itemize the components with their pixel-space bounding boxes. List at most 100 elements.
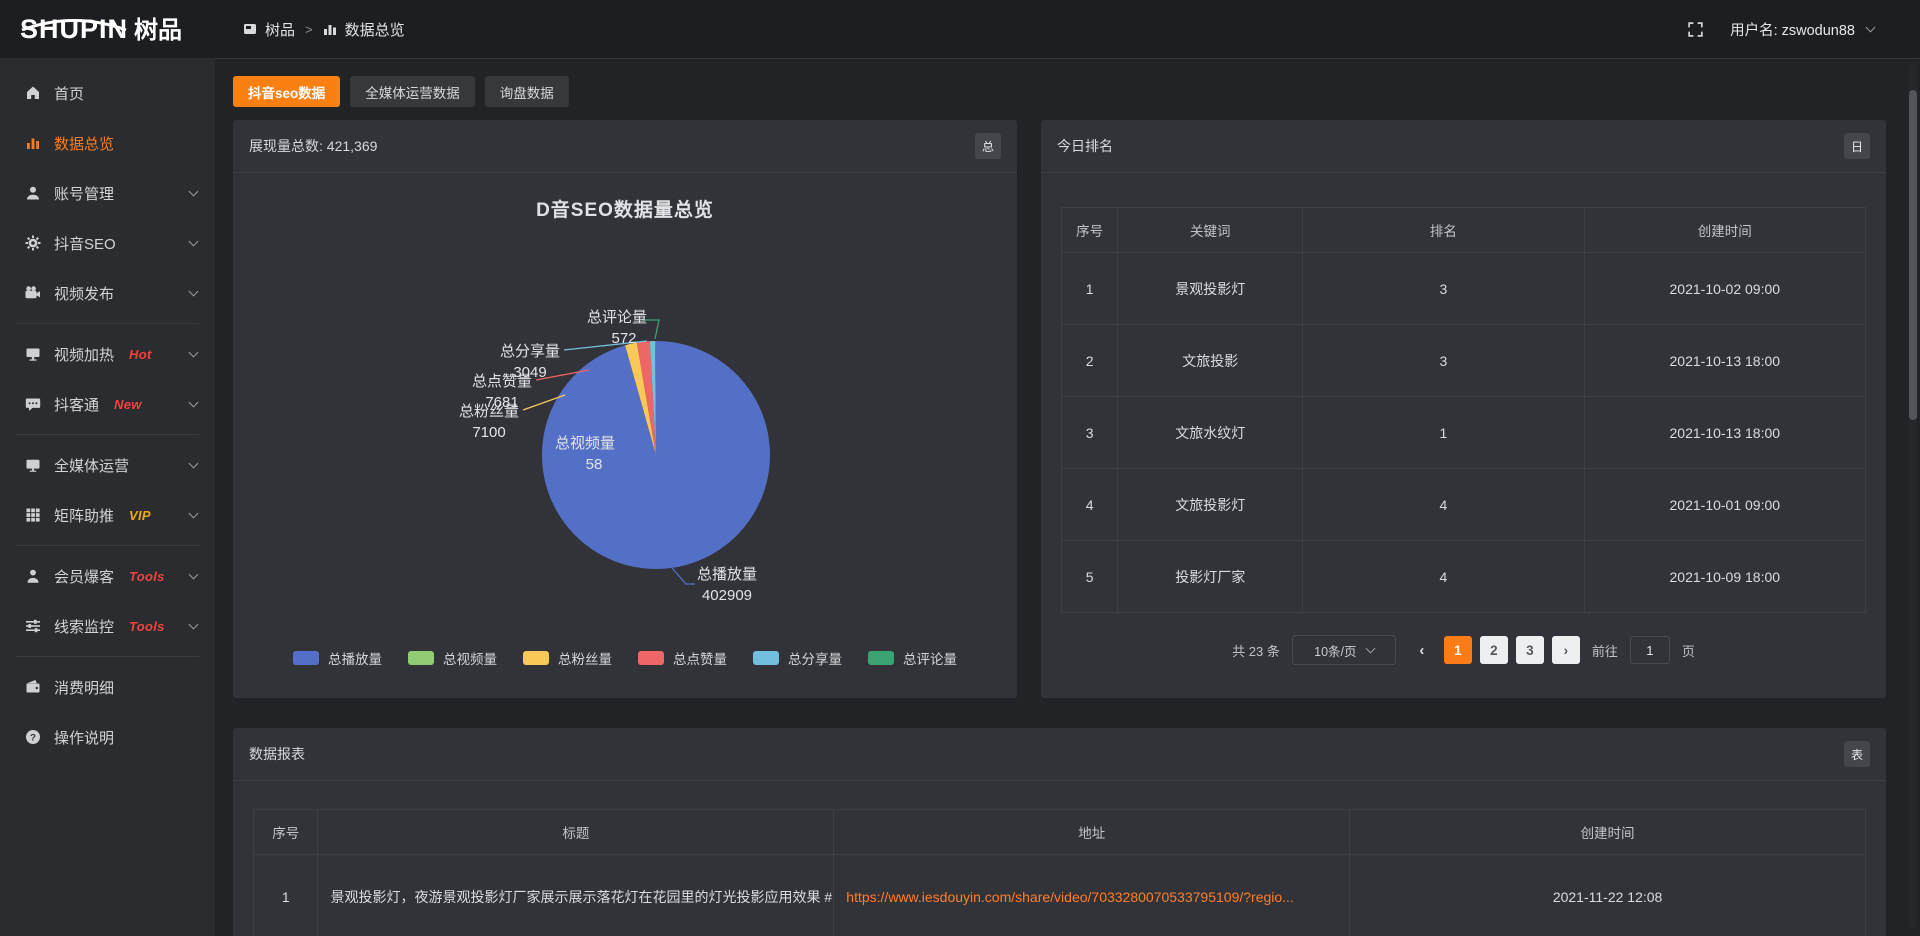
- breadcrumb-separator: >: [305, 22, 313, 37]
- table-cell: 4: [1303, 469, 1584, 541]
- table-badge-button[interactable]: 表: [1844, 741, 1870, 767]
- chevron-down-icon[interactable]: [1866, 23, 1876, 33]
- bar-chart-icon: [323, 22, 337, 36]
- video-link[interactable]: https://www.iesdouyin.com/share/video/70…: [846, 889, 1294, 905]
- sidebar-item-video-heat[interactable]: 视频加热Hot: [0, 329, 215, 379]
- table-cell: 3: [1303, 253, 1584, 325]
- table-cell: 2021-10-01 09:00: [1584, 469, 1865, 541]
- sidebar-item-douyin-seo[interactable]: 抖音SEO: [0, 218, 215, 268]
- table-cell: 景观投影灯: [1118, 253, 1303, 325]
- app-logo[interactable]: SHUPIN 树品: [0, 16, 215, 43]
- sidebar-item-label: 线索监控: [54, 616, 114, 637]
- chevron-down-icon: [189, 398, 199, 408]
- chart-legend: 总播放量 总视频量 总粉丝量 总点赞量 总分享量 总评论量: [233, 648, 1017, 668]
- sidebar-item-label: 数据总览: [54, 133, 114, 154]
- table-cell: 1: [1062, 253, 1118, 325]
- ranking-panel: 今日排名 日 序号关键词排名创建时间1景观投影灯32021-10-02 09:0…: [1041, 120, 1886, 698]
- scrollbar-thumb[interactable]: [1909, 90, 1917, 420]
- tab-1[interactable]: 抖音seo数据: [233, 76, 340, 107]
- sidebar-badge-tools: Tools: [129, 619, 165, 634]
- report-panel-title: 数据报表: [249, 744, 305, 764]
- sidebar-item-consume-detail[interactable]: 消费明细: [0, 662, 215, 712]
- chevron-down-icon: [189, 509, 199, 519]
- sidebar-item-matrix-boost[interactable]: 矩阵助推VIP: [0, 490, 215, 540]
- page-button-3[interactable]: 3: [1516, 636, 1544, 664]
- breadcrumb-current: 数据总览: [345, 19, 405, 40]
- chat-icon: [24, 396, 41, 412]
- page-button-1[interactable]: 1: [1444, 636, 1472, 664]
- chevron-down-icon: [189, 459, 199, 469]
- table-row[interactable]: 1景观投影灯32021-10-02 09:00: [1062, 253, 1866, 325]
- sidebar-item-home[interactable]: 首页: [0, 68, 215, 118]
- grid-icon: [24, 507, 41, 523]
- sidebar-item-member-baoke[interactable]: 会员爆客Tools: [0, 551, 215, 601]
- username[interactable]: 用户名: zswodun88: [1730, 19, 1855, 40]
- sidebar-item-label: 矩阵助推: [54, 505, 114, 526]
- sidebar-item-label: 消费明细: [54, 677, 114, 698]
- sidebar-divider: [16, 656, 199, 657]
- chevron-down-icon: [1365, 644, 1375, 654]
- prev-page-button[interactable]: ‹: [1408, 636, 1436, 664]
- chart-panel-header: 展现量总数: 421,369 总: [233, 120, 1017, 173]
- table-cell: 2021-10-13 18:00: [1584, 397, 1865, 469]
- goto-page-input[interactable]: [1630, 636, 1670, 664]
- table-row[interactable]: 5投影灯厂家42021-10-09 18:00: [1062, 541, 1866, 613]
- pie-label-value: 7100: [472, 424, 505, 441]
- pie-label-name: 总视频量: [555, 435, 615, 452]
- legend-label: 总点赞量: [673, 648, 727, 668]
- impressions-total-label: 展现量总数: 421,369: [249, 136, 377, 156]
- topbar-right: 用户名: zswodun88: [1687, 19, 1920, 40]
- legend-swatch: [868, 651, 894, 665]
- column-header: 序号: [1062, 208, 1118, 253]
- chevron-down-icon: [189, 348, 199, 358]
- column-header: 创建时间: [1584, 208, 1865, 253]
- sidebar-item-label: 全媒体运营: [54, 455, 129, 476]
- table-row[interactable]: 1景观投影灯，夜游景观投影灯厂家展示展示落花灯在花园里的灯光投影应用效果 #ht…: [254, 855, 1866, 936]
- pie-label-value: 402909: [702, 587, 752, 604]
- page-size-select[interactable]: 10条/页: [1292, 635, 1396, 665]
- legend-item-5[interactable]: 总分享量: [753, 648, 842, 668]
- legend-item-6[interactable]: 总评论量: [868, 648, 957, 668]
- page-button-2[interactable]: 2: [1480, 636, 1508, 664]
- sidebar-item-account-manage[interactable]: 账号管理: [0, 168, 215, 218]
- table-cell: 2021-10-02 09:00: [1584, 253, 1865, 325]
- table-cell: 文旅投影灯: [1118, 469, 1303, 541]
- legend-item-1[interactable]: 总播放量: [293, 648, 382, 668]
- chevron-down-icon: [189, 570, 199, 580]
- sidebar-item-douketong[interactable]: 抖客通New: [0, 379, 215, 429]
- table-row[interactable]: 2文旅投影32021-10-13 18:00: [1062, 325, 1866, 397]
- sidebar-item-help[interactable]: ?操作说明: [0, 712, 215, 762]
- sidebar-item-label: 视频发布: [54, 283, 114, 304]
- page-scrollbar[interactable]: [1909, 62, 1917, 928]
- sidebar-item-label: 抖客通: [54, 394, 99, 415]
- url-cell: https://www.iesdouyin.com/share/video/70…: [834, 855, 1350, 936]
- sidebar-divider: [16, 323, 199, 324]
- legend-label: 总评论量: [903, 648, 957, 668]
- legend-item-4[interactable]: 总点赞量: [638, 648, 727, 668]
- pagination: 共 23 条 10条/页 ‹123› 前往 页: [1061, 635, 1866, 665]
- ranking-header-row: 序号关键词排名创建时间: [1062, 208, 1866, 253]
- tab-2[interactable]: 全媒体运营数据: [350, 76, 475, 107]
- legend-item-3[interactable]: 总粉丝量: [523, 648, 612, 668]
- sidebar-item-video-publish[interactable]: 视频发布: [0, 268, 215, 318]
- table-cell: 投影灯厂家: [1118, 541, 1303, 613]
- sidebar-item-data-overview[interactable]: 数据总览: [0, 118, 215, 168]
- legend-item-2[interactable]: 总视频量: [408, 648, 497, 668]
- breadcrumb-root[interactable]: 树品: [265, 19, 295, 40]
- pie-chart[interactable]: 总播放量402909总视频量58总粉丝量7100总点赞量7681总分享量3049…: [249, 226, 1001, 634]
- table-row[interactable]: 4文旅投影灯42021-10-01 09:00: [1062, 469, 1866, 541]
- sidebar-item-media-ops[interactable]: 全媒体运营: [0, 440, 215, 490]
- tab-3[interactable]: 询盘数据: [485, 76, 569, 107]
- sidebar-item-label: 会员爆客: [54, 566, 114, 587]
- sidebar-item-clue-monitor[interactable]: 线索监控 Tools: [0, 601, 215, 651]
- table-row[interactable]: 3文旅水纹灯12021-10-13 18:00: [1062, 397, 1866, 469]
- title-cell: 景观投影灯，夜游景观投影灯厂家展示展示落花灯在花园里的灯光投影应用效果 #: [318, 855, 834, 936]
- day-badge-button[interactable]: 日: [1844, 133, 1870, 159]
- column-header: 序号: [254, 810, 318, 855]
- fullscreen-icon[interactable]: [1687, 21, 1704, 38]
- legend-swatch: [523, 651, 549, 665]
- page-buttons: ‹ 123 ›: [1408, 636, 1580, 664]
- legend-label: 总播放量: [328, 648, 382, 668]
- total-badge-button[interactable]: 总: [975, 133, 1001, 159]
- next-page-button[interactable]: ›: [1552, 636, 1580, 664]
